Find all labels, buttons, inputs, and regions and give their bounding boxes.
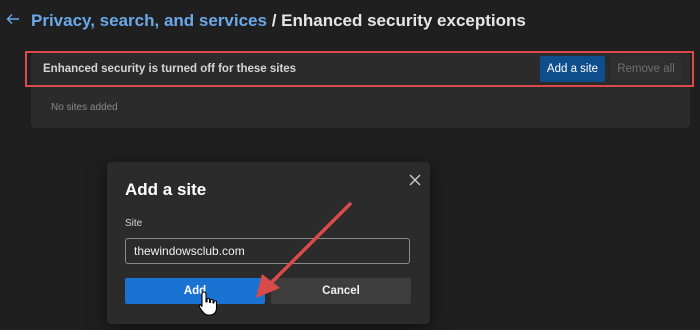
- card-header: Enhanced security is turned off for thes…: [31, 53, 690, 87]
- site-input[interactable]: [125, 238, 410, 264]
- cancel-button[interactable]: Cancel: [271, 278, 411, 304]
- site-field-label: Site: [125, 218, 143, 229]
- breadcrumb-link-privacy[interactable]: Privacy, search, and services: [31, 11, 267, 30]
- add-a-site-button[interactable]: Add a site: [540, 56, 605, 82]
- close-icon[interactable]: [403, 168, 427, 192]
- page-header: Privacy, search, and services / Enhanced…: [0, 0, 700, 44]
- card-title: Enhanced security is turned off for thes…: [43, 63, 297, 75]
- breadcrumb: Privacy, search, and services / Enhanced…: [31, 11, 526, 31]
- dialog-title: Add a site: [125, 180, 207, 199]
- add-button[interactable]: Add: [125, 278, 265, 304]
- empty-state-text: No sites added: [51, 102, 118, 113]
- remove-all-button[interactable]: Remove all: [611, 56, 681, 82]
- back-arrow-icon[interactable]: [5, 11, 21, 27]
- breadcrumb-separator: /: [266, 11, 282, 30]
- add-site-dialog: Add a site Site Add Cancel: [107, 162, 430, 324]
- exceptions-card: Enhanced security is turned off for thes…: [31, 53, 690, 128]
- page-title: Enhanced security exceptions: [281, 11, 526, 30]
